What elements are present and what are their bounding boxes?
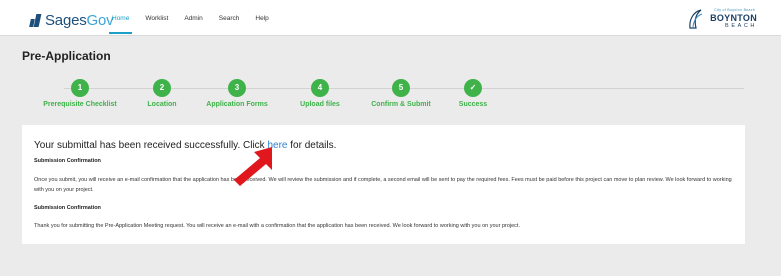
step-number: 4 [311,79,329,97]
nav-search[interactable]: Search [219,0,240,36]
step-number: 5 [392,79,410,97]
checkmark-icon: ✓ [464,79,482,97]
section-title: Submission Confirmation [34,158,101,164]
top-navbar: SagesGov Home Worklist Admin Search Help… [0,0,781,36]
nav-help[interactable]: Help [255,0,268,36]
logo-text: SagesGov [45,11,114,29]
section-body: Once you submit, you will receive an e-m… [34,177,732,193]
page-title: Pre-Application [22,49,111,63]
nav-home[interactable]: Home [108,0,133,36]
city-wave-icon [689,9,703,29]
city-logo-main: BOYNTON [710,13,757,23]
step-success[interactable]: ✓ Success [423,79,523,108]
nav-admin[interactable]: Admin [184,0,202,36]
city-logo-sub: BEACH [725,23,757,29]
section-title: Submission Confirmation [34,205,101,211]
step-number: 2 [153,79,171,97]
annotation-arrow-icon [234,147,272,186]
main-nav: Home Worklist Admin Search Help [108,0,285,36]
success-message: Your submittal has been received success… [34,140,337,151]
city-logo: City of Boynton Beach BOYNTON BEACH [687,6,757,32]
sagesgov-logo[interactable]: SagesGov [29,10,114,30]
step-number: 1 [71,79,89,97]
nav-worklist[interactable]: Worklist [145,0,168,36]
confirmation-panel: Your submittal has been received success… [22,125,745,244]
step-label: Success [458,101,488,108]
section-body: Thank you for submitting the Pre-Applica… [34,223,520,229]
step-number: 3 [228,79,246,97]
city-logo-tagline: City of Boynton Beach [714,8,755,12]
sagesgov-logo-icon [29,13,42,27]
